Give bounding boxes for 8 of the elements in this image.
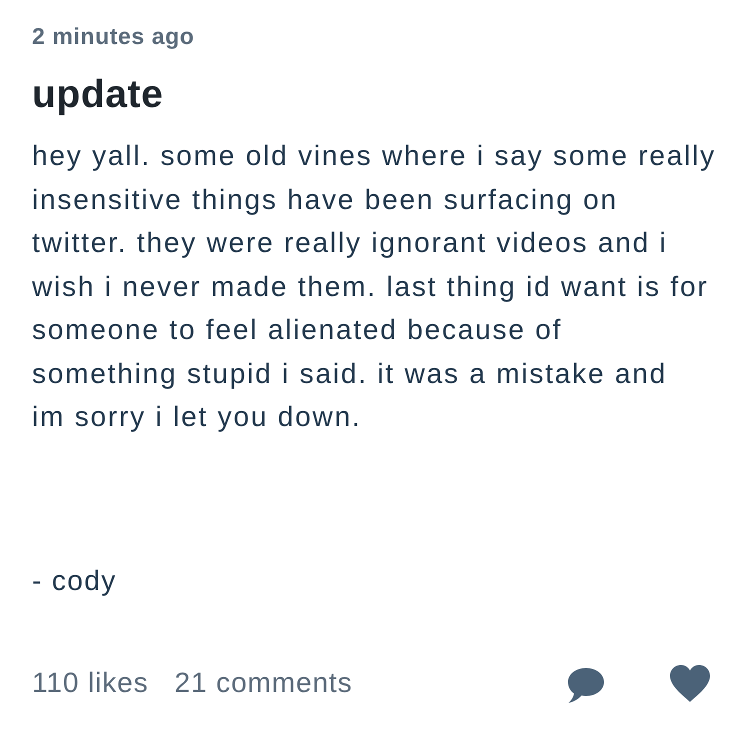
post-signature: - cody xyxy=(32,564,117,598)
post-timestamp: 2 minutes ago xyxy=(32,22,194,51)
post-body: hey yall. some old vines where i say some really insensitive things have been surfacing on twitter. they were really ignorant videos and i wish i never made them. last thing id want is for someone to feel alienated because of something stupid i said. it was a mistake and im sorry i let you down. xyxy=(32,139,716,434)
comments-count[interactable]: 21 comments xyxy=(174,665,353,701)
heart-icon[interactable] xyxy=(670,664,710,702)
likes-count[interactable]: 110 likes xyxy=(32,665,149,701)
comment-icon[interactable] xyxy=(568,668,604,702)
post-title: update xyxy=(32,72,164,118)
